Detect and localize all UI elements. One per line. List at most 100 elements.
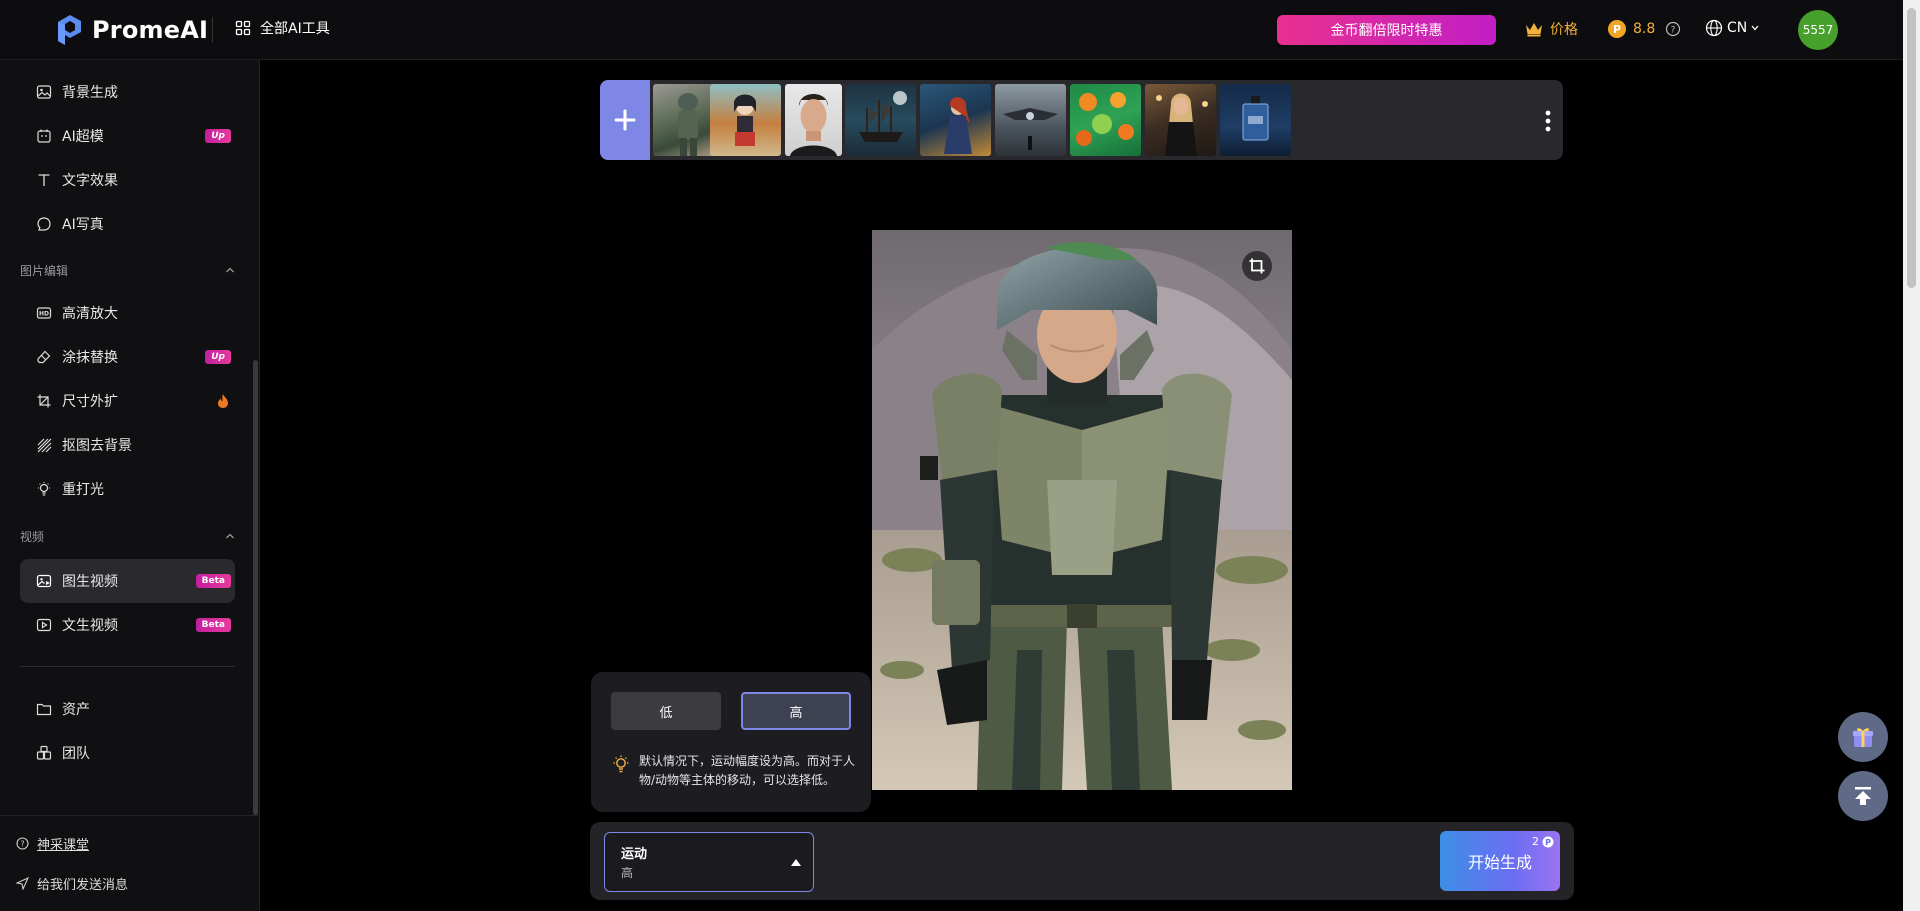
sidebar-item-label: AI写真 [62, 217, 104, 233]
crown-icon [1526, 23, 1542, 37]
sidebar-item-label: 抠图去背景 [62, 438, 132, 454]
thumbnail-man-portrait[interactable] [785, 84, 842, 156]
section-header-video[interactable]: 视频 [20, 526, 235, 546]
gift-icon [1853, 728, 1873, 747]
grid-icon [235, 20, 251, 36]
sidebar-item-label: 重打光 [62, 482, 104, 498]
thumbnail-anime-girl[interactable] [710, 84, 781, 156]
anime-thumb-art [734, 94, 756, 146]
generation-bar: 运动 高 开始生成 2 P [590, 822, 1574, 900]
coin-balance[interactable]: P 8.8 ? [1607, 19, 1681, 39]
sidebar-item-label: AI超模 [62, 129, 104, 145]
team-icon [36, 745, 52, 760]
portrait-thumb-art [790, 94, 837, 156]
caret-up-icon [791, 859, 801, 866]
page-scrollbar[interactable] [1903, 0, 1920, 911]
sidebar-item-label: 背景生成 [62, 85, 118, 101]
play-icon [36, 618, 52, 632]
motion-select[interactable]: 运动 高 [604, 832, 814, 892]
globe-icon [1705, 19, 1723, 37]
sidebar-scrollbar[interactable] [253, 360, 258, 815]
sidebar-item-remove-bg[interactable]: 抠图去背景 [20, 425, 235, 465]
sidebar-item-assets[interactable]: 资产 [20, 689, 235, 729]
language-label: CN [1727, 20, 1748, 36]
spaceship-thumb-art [1003, 108, 1058, 150]
motion-high-option[interactable]: 高 [741, 692, 851, 730]
eraser-icon [37, 350, 51, 364]
price-link[interactable]: 价格 [1524, 19, 1578, 39]
help-circle-icon: ? [16, 837, 29, 850]
sidebar-item-text-to-video[interactable]: 文生视频 Beta [20, 605, 235, 645]
sidebar-item-background-gen[interactable]: 背景生成 [20, 72, 235, 112]
sidebar-item-team[interactable]: 团队 [20, 733, 235, 773]
promo-button[interactable]: 金币翻倍限时特惠 [1277, 15, 1496, 45]
text-icon [38, 174, 50, 186]
sidebar-item-expand[interactable]: 尺寸外扩 [20, 381, 235, 421]
image-icon [36, 85, 52, 99]
crop-icon [1249, 258, 1265, 274]
send-icon [16, 877, 29, 890]
motion-tip: 默认情况下，运动幅度设为高。而对于人物/动物等主体的移动，可以选择低。 [611, 752, 856, 790]
ship-thumb-art [859, 91, 907, 142]
portrait-icon [37, 217, 51, 231]
start-generate-button[interactable]: 开始生成 2 P [1440, 831, 1560, 891]
sidebar-item-label: 尺寸外扩 [62, 394, 118, 410]
soldier-preview-art [872, 230, 1292, 790]
sidebar: 背景生成 AI超模 Up 文字效果 AI写真 图片编辑 HD 高清放大 涂抹替换… [0, 60, 260, 911]
sidebar-item-ai-portrait[interactable]: AI写真 [20, 204, 235, 244]
beta-badge: Beta [195, 574, 231, 588]
chevron-up-icon [226, 533, 234, 539]
thumbnail-woman[interactable] [1145, 84, 1216, 156]
beta-badge: Beta [195, 618, 231, 632]
sidebar-item-relight[interactable]: 重打光 [20, 469, 235, 509]
sidebar-item-label: 团队 [62, 746, 90, 762]
sidebar-item-text-effect[interactable]: 文字效果 [20, 160, 235, 200]
crop-expand-icon [37, 394, 51, 408]
generate-cost: 2 P [1532, 835, 1554, 848]
page-scrollbar-thumb[interactable] [1907, 8, 1916, 288]
image-video-icon [36, 574, 52, 588]
language-selector[interactable]: CN [1705, 19, 1759, 37]
sidebar-item-inpaint[interactable]: 涂抹替换 Up [20, 337, 235, 377]
svg-text:P: P [1613, 23, 1621, 36]
motion-low-option[interactable]: 低 [611, 692, 721, 730]
logo[interactable]: PromeAI [54, 12, 208, 48]
user-avatar[interactable]: 5557 [1798, 10, 1838, 50]
top-bar: PromeAI 全部AI工具 金币翻倍限时特惠 价格 P 8.8 ? CN 55… [0, 0, 1903, 60]
price-label: 价格 [1550, 22, 1578, 38]
more-vertical-icon[interactable] [1545, 110, 1551, 132]
chevron-down-icon [1751, 25, 1759, 31]
generate-cost-value: 2 [1532, 835, 1539, 848]
feedback-link[interactable]: 给我们发送消息 [16, 874, 128, 893]
up-badge: Up [205, 350, 231, 364]
help-icon[interactable]: ? [1665, 21, 1681, 37]
sidebar-item-hd-upscale[interactable]: HD 高清放大 [20, 293, 235, 333]
fire-icon [218, 394, 228, 408]
scroll-top-button[interactable] [1838, 771, 1888, 821]
sidebar-item-image-to-video[interactable]: 图生视频 Beta [20, 559, 235, 603]
section-header-image-edit[interactable]: 图片编辑 [20, 260, 235, 280]
coin-icon: P [1608, 20, 1626, 38]
logo-text: PromeAI [92, 16, 209, 44]
gift-button[interactable] [1838, 712, 1888, 762]
sidebar-item-label: 涂抹替换 [62, 350, 118, 366]
image-history-strip [600, 80, 1563, 160]
svg-text:HD: HD [39, 311, 49, 318]
thumbnail-perfume[interactable] [1220, 84, 1291, 156]
stripes-icon [37, 438, 52, 453]
add-image-button[interactable] [600, 80, 650, 160]
thumbnail-ship[interactable] [845, 84, 916, 156]
preview-image [872, 230, 1292, 790]
thumbnail-spaceship[interactable] [995, 84, 1066, 156]
thumbnail-fantasy-girl[interactable] [920, 84, 991, 156]
sidebar-item-ai-model[interactable]: AI超模 Up [20, 116, 235, 156]
course-link[interactable]: ? 神采课堂 [16, 834, 89, 853]
feedback-label: 给我们发送消息 [37, 878, 129, 893]
motion-select-value: 高 [621, 866, 634, 880]
thumbnail-fruits[interactable] [1070, 84, 1141, 156]
all-tools-button[interactable]: 全部AI工具 [235, 18, 330, 38]
crop-button[interactable] [1242, 251, 1272, 281]
hd-icon: HD [36, 307, 52, 319]
up-badge: Up [205, 129, 231, 143]
folder-icon [36, 703, 52, 716]
